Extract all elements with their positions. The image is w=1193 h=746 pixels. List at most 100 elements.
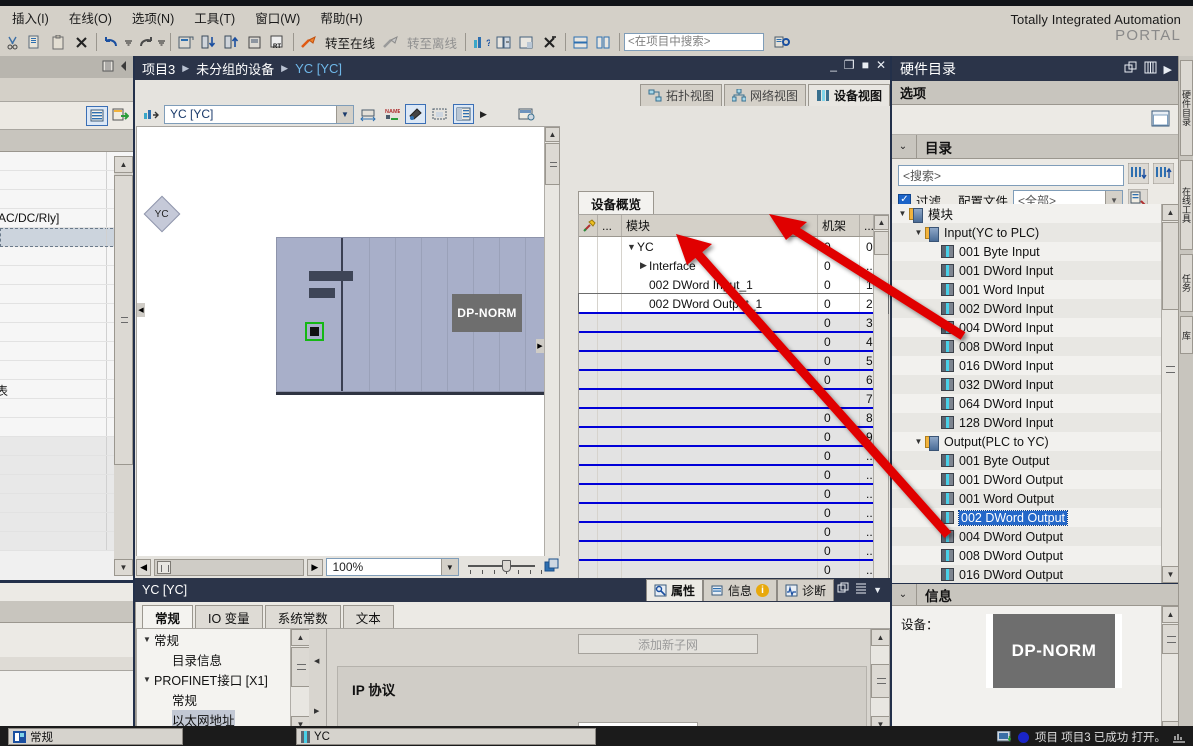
catalog-module-item[interactable]: 008 DWord Output [892,546,1161,565]
cell-module[interactable] [622,408,818,427]
cell-module[interactable] [622,351,818,370]
info-pane-scrollbar[interactable]: ▲ ▼ [1161,606,1179,738]
cell-module[interactable] [622,370,818,389]
subtab-general[interactable]: 常规 [142,605,194,628]
scroll-thumb[interactable] [1162,624,1179,654]
undo-icon[interactable] [101,31,123,53]
scroll-thumb[interactable] [114,175,133,465]
left-pane-arrow-icon[interactable] [119,60,129,75]
download-icon[interactable] [198,31,220,53]
catalog-module-item[interactable]: 032 DWord Input [892,375,1161,394]
catalog-module-item[interactable]: 008 DWord Input [892,337,1161,356]
scroll-up-arrow[interactable]: ▲ [871,629,889,646]
rail-online-tools[interactable]: 在线工具 [1180,160,1193,250]
start-rt-icon[interactable]: RT [267,31,289,53]
left-pane-collapse-icon[interactable] [102,60,114,75]
menu-item-insert[interactable]: 插入(I) [2,6,59,29]
catalog-tree-scrollbar[interactable]: ▲ ▼ [1161,204,1179,583]
catalog-module-item[interactable]: 001 Word Output [892,489,1161,508]
breadcrumb-project[interactable]: 项目3 [135,59,178,78]
rack-cpu-module[interactable] [277,238,353,391]
tree-twisty-icon[interactable]: ▼ [912,437,925,446]
cell-module[interactable] [622,560,818,579]
scroll-right-button[interactable]: ▶ [307,558,323,576]
device-overview-toggle-icon[interactable] [453,104,474,124]
scroll-up-arrow[interactable]: ▲ [874,215,889,230]
catalog-options-toggle-icon[interactable] [1151,110,1170,130]
table-row[interactable]: 08 [579,407,888,427]
table-row[interactable]: 09 [579,426,888,446]
column-header-ellipsis[interactable]: ... [598,215,622,236]
scroll-up-arrow[interactable]: ▲ [291,629,310,646]
search-up-icon[interactable] [1152,162,1175,187]
catalog-module-item[interactable]: 001 Byte Output [892,451,1161,470]
undo-dropdown-icon[interactable] [124,31,133,53]
scroll-up-arrow[interactable]: ▲ [114,156,133,173]
taskbar-item-2[interactable]: YC [296,728,596,745]
expand-arrow-icon[interactable]: ▶ [1164,63,1172,76]
catalog-folder-item[interactable]: ▼ Output(PLC to YC) [892,432,1161,451]
properties-content-scrollbar[interactable]: ▲ ▼ [870,629,889,733]
column-header-module[interactable]: 模块 [622,215,818,236]
table-row[interactable]: 002 DWord Input_1 0 1 [579,275,888,294]
table-vscrollbar[interactable]: ▲ ▼ [873,215,889,633]
scroll-up-arrow[interactable]: ▲ [545,127,560,142]
layout-rows-icon[interactable] [570,31,592,53]
cell-module[interactable] [622,427,818,446]
cell-module[interactable]: 002 DWord Output_1 [622,294,818,313]
catalog-folder-item[interactable]: ▼ 模块 [892,204,1161,223]
cell-module[interactable] [622,541,818,560]
cell-module[interactable]: ▶ Interface [622,256,818,275]
tree-twisty-icon[interactable]: ▼ [140,635,154,644]
search-go-icon[interactable] [771,31,793,53]
catalog-module-item[interactable]: 064 DWord Input [892,394,1161,413]
breadcrumb-group[interactable]: 未分组的设备 [193,59,277,78]
tree-twisty-icon[interactable]: ▼ [912,228,925,237]
undock-icon[interactable] [837,582,849,597]
taskbar-item-1[interactable]: 常规 [8,728,183,745]
menu-item-online[interactable]: 在线(O) [59,6,122,29]
cell-module[interactable] [622,332,818,351]
scroll-thumb[interactable] [874,231,889,255]
fit-width-icon[interactable] [357,104,378,124]
tree-twisty-icon[interactable]: ▼ [140,675,154,684]
tab-diagnostics[interactable]: 诊断 [776,579,834,601]
breadcrumb-device[interactable]: YC [YC] [292,61,345,76]
table-row[interactable]: 03 [579,312,888,332]
catalog-module-item[interactable]: 001 Byte Input [892,242,1161,261]
table-row[interactable]: 0... [579,540,888,560]
horizontal-scrollbar[interactable] [154,558,305,576]
tab-network-view[interactable]: 网络视图 [723,84,806,106]
cell-module[interactable] [622,522,818,541]
details-view-icon[interactable] [86,105,108,126]
device-selector-combo[interactable]: YC [YC] ▼ [164,104,354,124]
subtab-texts[interactable]: 文本 [342,605,394,628]
list-icon[interactable] [855,582,867,597]
rail-tasks[interactable]: 任务 [1180,254,1193,312]
table-row[interactable]: 04 [579,331,888,351]
catalog-module-item[interactable]: 002 DWord Output [892,508,1161,527]
layout-cols-icon[interactable] [593,31,615,53]
scroll-thumb[interactable] [545,143,560,185]
tab-topology-view[interactable]: 拓扑视图 [639,84,722,106]
column-header-rack[interactable]: 机架 [818,215,860,236]
tab-info[interactable]: 信息 i [702,579,777,601]
menu-item-options[interactable]: 选项(N) [122,6,184,29]
zoom-slider-handle[interactable] [501,560,511,572]
collapse-columns-icon[interactable] [1144,61,1157,77]
row-expander-icon[interactable]: ▶ [638,260,649,271]
toolbar-overflow-icon[interactable]: ▶ [477,109,490,120]
table-row[interactable]: 07 [579,388,888,408]
grid-icon[interactable] [429,104,450,124]
cell-module[interactable] [622,484,818,503]
catalog-module-item[interactable]: 001 DWord Output [892,470,1161,489]
table-row[interactable]: 0... [579,464,888,484]
cell-module[interactable] [622,389,818,408]
table-row[interactable]: 0... [579,483,888,503]
properties-splitter[interactable]: ◀ ▶ [309,629,326,733]
chevron-down-icon[interactable]: ▼ [440,559,458,575]
row-expander-icon[interactable]: ▼ [626,242,637,252]
zoom-combo[interactable]: 100% ▼ [325,558,459,576]
catalog-module-item[interactable]: 016 DWord Output [892,565,1161,583]
cell-module[interactable] [622,446,818,465]
